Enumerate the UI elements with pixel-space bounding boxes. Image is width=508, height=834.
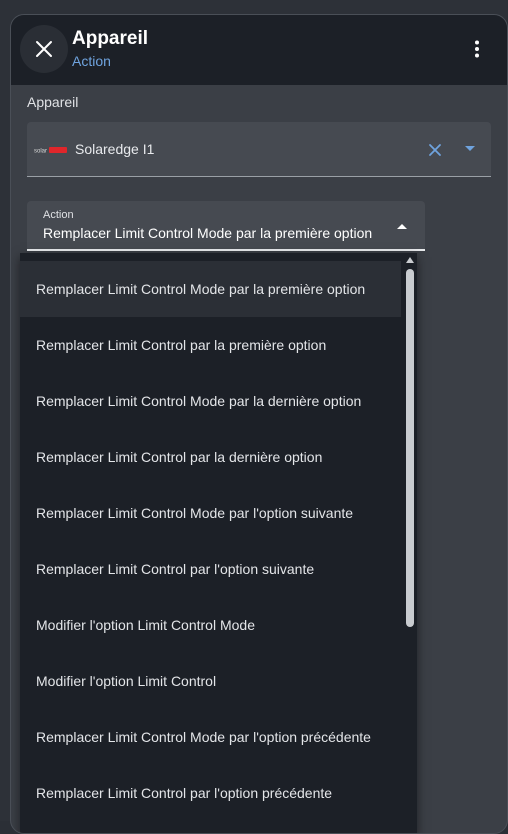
menu-item[interactable]: Remplacer Limit Control par la dernière …	[20, 429, 401, 485]
menu-item[interactable]: Modifier l'option Limit Control Mode	[20, 597, 401, 653]
menu-item[interactable]: Modifier l'option Limit Control	[20, 653, 401, 709]
menu-item[interactable]: Remplacer Limit Control Mode par la dern…	[20, 373, 401, 429]
device-section-label: Appareil	[27, 94, 79, 110]
action-dropdown-menu: Remplacer Limit Control Mode par la prem…	[20, 253, 417, 833]
dialog-title: Appareil	[72, 28, 149, 49]
device-select-field[interactable]: solar Solaredge I1	[27, 122, 491, 177]
device-action-dialog: Appareil Action Appareil solar Solaredge…	[10, 14, 508, 834]
scrollbar-thumb[interactable]	[406, 269, 414, 627]
action-field-label: Action	[43, 209, 74, 221]
caret-up-icon[interactable]	[397, 223, 407, 229]
menu-item[interactable]: Remplacer Limit Control Mode par l'optio…	[20, 709, 401, 765]
action-selected-value: Remplacer Limit Control Mode par la prem…	[43, 225, 373, 241]
device-selected-value: Solaredge I1	[75, 141, 155, 157]
close-icon	[36, 41, 52, 57]
clear-selection-icon[interactable]	[427, 142, 443, 158]
dialog-subtitle: Action	[72, 53, 111, 69]
dialog-header: Appareil Action	[11, 15, 507, 85]
svg-text:solar: solar	[34, 149, 47, 155]
scroll-up-arrow-icon[interactable]	[406, 257, 414, 263]
close-button[interactable]	[20, 25, 68, 73]
menu-item[interactable]: Remplacer Limit Control par la première …	[20, 317, 401, 373]
more-vertical-icon	[475, 40, 479, 58]
action-select-field[interactable]: Action Remplacer Limit Control Mode par …	[27, 201, 425, 251]
menu-item[interactable]: Remplacer Limit Control Mode par la prem…	[20, 261, 401, 317]
menu-item[interactable]: Remplacer Limit Control par l'option pré…	[20, 765, 401, 821]
solaredge-logo: solar	[34, 147, 67, 155]
menu-item[interactable]: Remplacer Limit Control par l'option sui…	[20, 541, 401, 597]
more-options-button[interactable]	[465, 37, 489, 61]
caret-down-icon[interactable]	[465, 146, 475, 152]
menu-item[interactable]: Remplacer Limit Control Mode par l'optio…	[20, 485, 401, 541]
menu-scrollbar[interactable]	[403, 253, 417, 833]
